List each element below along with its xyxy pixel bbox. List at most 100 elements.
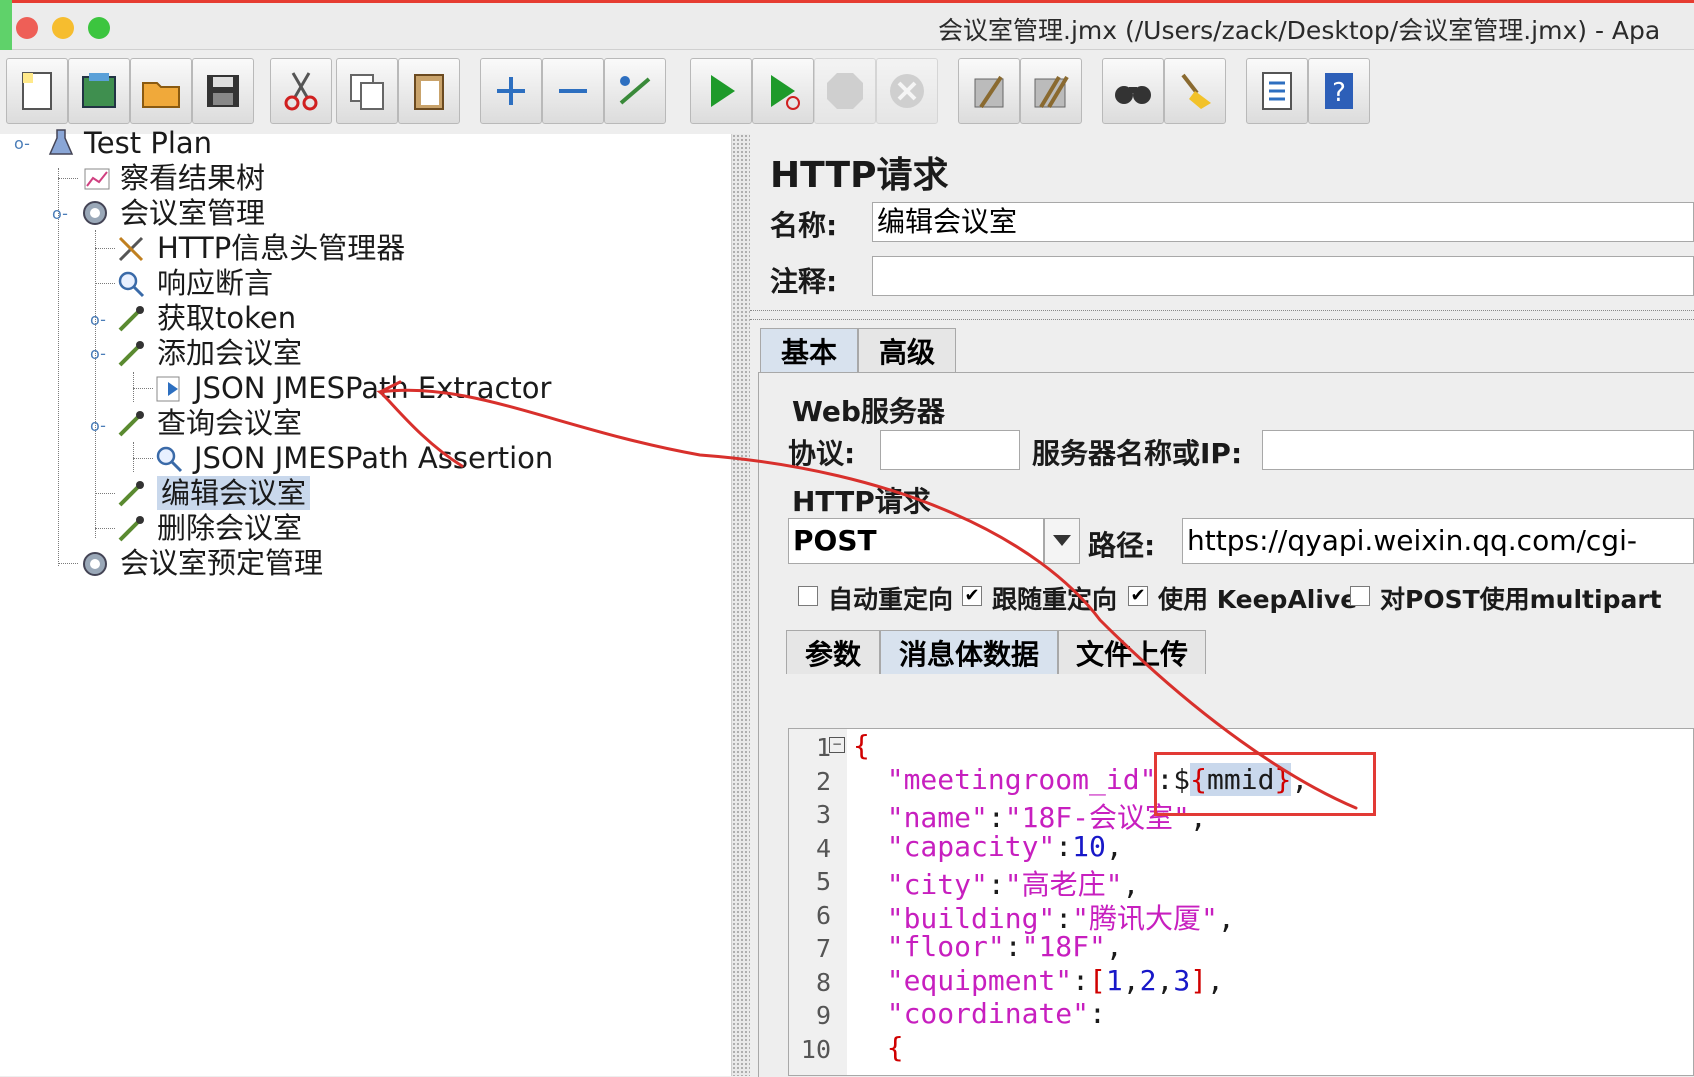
keepalive-checkbox[interactable]: ✔ xyxy=(1128,586,1148,606)
tab-file-upload[interactable]: 文件上传 xyxy=(1058,630,1206,674)
templates-icon xyxy=(82,73,116,108)
clear-all-button[interactable] xyxy=(1020,58,1082,124)
tree-item-edit-room-selected[interactable]: 编辑会议室 xyxy=(157,476,311,510)
stop-button[interactable] xyxy=(814,58,876,124)
collapse-all-button[interactable] xyxy=(542,58,604,124)
cut-icon xyxy=(284,72,318,111)
code-line-9: "coordinate": xyxy=(886,997,1106,1030)
tree-item-add-room[interactable]: 添加会议室 xyxy=(157,336,302,370)
comment-field[interactable] xyxy=(872,256,1694,296)
window-title: 会议室管理.jmx (/Users/zack/Desktop/会议室管理.jmx… xyxy=(938,16,1661,45)
tab-advanced[interactable]: 高级 xyxy=(858,328,956,372)
help-button[interactable]: ? xyxy=(1308,58,1370,124)
pipette-icon xyxy=(118,481,144,507)
code-line-4: "capacity":10, xyxy=(886,830,1123,863)
magnifier-icon xyxy=(118,271,145,298)
collapse-icon xyxy=(559,89,587,93)
expand-icon xyxy=(497,77,525,105)
path-field[interactable]: https://qyapi.weixin.qq.com/cgi- xyxy=(1182,518,1694,564)
method-select[interactable]: POST xyxy=(788,518,1044,564)
reset-search-button[interactable] xyxy=(1164,58,1226,124)
pipette-icon xyxy=(118,341,144,367)
tree-item-results-tree[interactable]: 察看结果树 xyxy=(120,161,265,195)
web-server-section-label: Web服务器 xyxy=(792,395,945,428)
close-window-button[interactable] xyxy=(16,17,38,39)
tree-item-query-room[interactable]: 查询会议室 xyxy=(157,406,302,440)
save-button[interactable] xyxy=(192,58,254,124)
magnifier-icon xyxy=(156,446,183,473)
auto-redirect-checkbox[interactable] xyxy=(798,586,818,606)
tree-item-jmespath-assertion[interactable]: JSON JMESPath Assertion xyxy=(194,441,553,475)
clear-icon xyxy=(974,75,1004,109)
search-icon xyxy=(1115,86,1151,104)
fold-toggle-icon[interactable]: − xyxy=(829,737,845,753)
shutdown-button[interactable] xyxy=(876,58,938,124)
tree-item-meeting-room-mgmt[interactable]: 会议室管理 xyxy=(120,196,265,230)
tree-item-test-plan[interactable]: Test Plan xyxy=(84,126,212,160)
tab-parameters[interactable]: 参数 xyxy=(786,630,880,674)
name-label: 名称: xyxy=(770,209,838,242)
gear-icon xyxy=(83,201,107,225)
expand-all-button[interactable] xyxy=(480,58,542,124)
tree-item-response-assertion[interactable]: 响应断言 xyxy=(157,266,273,300)
line-number: 8 xyxy=(815,968,831,997)
tab-basic[interactable]: 基本 xyxy=(760,328,858,372)
copy-button[interactable] xyxy=(336,58,398,124)
line-number: 10 xyxy=(800,1035,831,1064)
results-tree-icon xyxy=(84,168,110,190)
function-helper-icon xyxy=(1262,72,1292,110)
cut-button[interactable] xyxy=(270,58,332,124)
name-field[interactable]: 编辑会议室 xyxy=(872,202,1694,242)
minimize-window-button[interactable] xyxy=(52,17,74,39)
paste-button[interactable] xyxy=(398,58,460,124)
tab-body-data[interactable]: 消息体数据 xyxy=(880,630,1058,674)
new-button[interactable] xyxy=(6,58,68,124)
line-number-gutter: 1 2 3 4 5 6 7 8 9 10 − xyxy=(789,729,847,1075)
annotation-highlight-box xyxy=(1154,752,1376,816)
split-pane-divider[interactable] xyxy=(731,134,751,1076)
tree-item-delete-room[interactable]: 删除会议室 xyxy=(157,511,302,545)
keepalive-label: 使用 KeepAlive xyxy=(1158,585,1358,614)
start-no-pause-button[interactable] xyxy=(752,58,814,124)
tree-item-jmespath-extractor[interactable]: JSON JMESPath Extractor xyxy=(194,371,551,405)
start-button[interactable] xyxy=(690,58,752,124)
code-line-7: "floor":"18F", xyxy=(886,930,1123,963)
auto-redirect-label: 自动重定向 xyxy=(828,585,954,614)
start-icon xyxy=(711,75,735,107)
method-dropdown-button[interactable] xyxy=(1044,518,1080,564)
extractor-icon xyxy=(156,376,180,402)
paste-icon xyxy=(414,74,444,110)
multipart-checkbox[interactable] xyxy=(1350,586,1370,606)
toggle-button[interactable] xyxy=(604,58,666,124)
protocol-field[interactable] xyxy=(880,430,1020,470)
clear-all-icon xyxy=(1034,75,1069,109)
chevron-down-icon xyxy=(1053,535,1071,546)
maximize-window-button[interactable] xyxy=(88,17,110,39)
collapse-divider[interactable] xyxy=(750,310,1694,320)
help-icon: ? xyxy=(1325,73,1353,109)
new-icon xyxy=(22,72,52,110)
tree-expander-get-token[interactable]: o- xyxy=(90,310,106,329)
panel-title: HTTP请求 xyxy=(770,155,949,196)
function-helper-button[interactable] xyxy=(1246,58,1308,124)
tree-expander-test-plan[interactable]: o- xyxy=(14,134,30,153)
tree-item-header-manager[interactable]: HTTP信息头管理器 xyxy=(157,231,405,265)
follow-redirects-label: 跟随重定向 xyxy=(992,585,1118,614)
tree-expander-add-room[interactable]: o- xyxy=(90,344,106,363)
clear-button[interactable] xyxy=(958,58,1020,124)
open-button[interactable] xyxy=(130,58,192,124)
path-label: 路径: xyxy=(1088,529,1156,562)
tree-item-get-token[interactable]: 获取token xyxy=(157,301,296,335)
code-line-10: { xyxy=(886,1031,904,1064)
templates-button[interactable] xyxy=(68,58,130,124)
open-icon xyxy=(142,82,180,108)
test-plan-icon xyxy=(48,129,74,155)
tree-item-room-booking-mgmt[interactable]: 会议室预定管理 xyxy=(120,546,323,580)
line-number: 9 xyxy=(815,1001,831,1030)
follow-redirects-checkbox[interactable]: ✔ xyxy=(962,586,982,606)
server-name-field[interactable] xyxy=(1262,430,1694,470)
tree-expander-meeting-room[interactable]: o- xyxy=(52,204,68,223)
line-number: 1 xyxy=(815,733,831,762)
search-button[interactable] xyxy=(1102,58,1164,124)
tree-expander-query-room[interactable]: o- xyxy=(90,416,106,435)
